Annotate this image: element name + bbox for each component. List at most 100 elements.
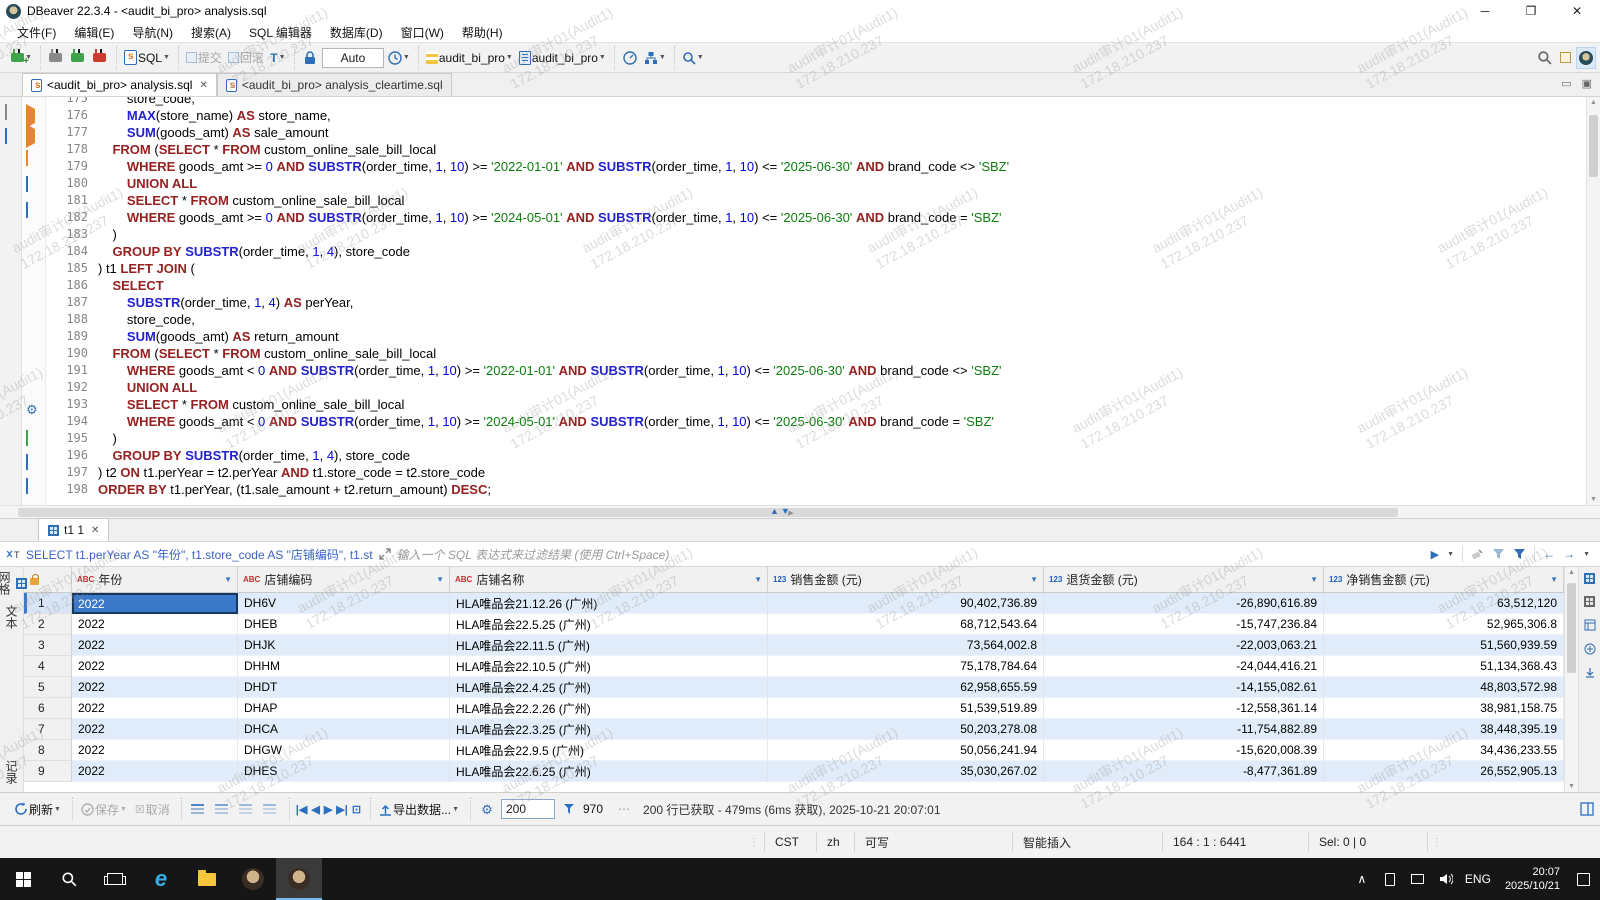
history-dropdown-icon[interactable]: ▼ — [1583, 551, 1590, 558]
fetch-all-icon[interactable] — [559, 798, 579, 820]
grid-cell[interactable]: DHEB — [238, 614, 450, 635]
grid-cell[interactable]: 62,958,655.59 — [768, 677, 1044, 698]
dashboard-button[interactable] — [620, 47, 640, 69]
clear-filter-icon[interactable] — [1471, 548, 1484, 561]
history-back-icon[interactable]: ← — [1543, 547, 1555, 561]
menu-item[interactable]: 导航(N) — [123, 22, 182, 43]
edit-cell-button[interactable] — [260, 798, 280, 820]
last-row-button[interactable]: ▶| — [336, 803, 348, 816]
grid-cell[interactable]: 2022 — [72, 593, 238, 614]
grid-cell[interactable]: 38,981,158.75 — [1324, 698, 1564, 719]
row-number[interactable]: 8 — [24, 740, 72, 761]
grid-cell[interactable]: 68,712,543.64 — [768, 614, 1044, 635]
grid-cell[interactable]: 63,512,120 — [1324, 593, 1564, 614]
row-number[interactable]: 6 — [24, 698, 72, 719]
dbeaver-perspective-button[interactable] — [1576, 46, 1596, 69]
tray-device-icon[interactable] — [1377, 858, 1403, 900]
taskbar-app-icon[interactable] — [230, 858, 276, 900]
explain-plan-button[interactable] — [26, 150, 28, 166]
grid-cell[interactable]: 50,203,278.08 — [768, 719, 1044, 740]
table-row[interactable]: 5 2022 DHDT HLA唯品会22.4.25 (广州) 62,958,655.59… — [24, 677, 1564, 698]
table-row[interactable]: 3 2022 DHJK HLA唯品会22.11.5 (广州) 73,564,002.8-… — [24, 635, 1564, 656]
output-panel-button[interactable] — [26, 202, 28, 218]
grid-cell[interactable]: 2022 — [72, 740, 238, 761]
grid-cell[interactable]: 26,552,905.13 — [1324, 761, 1564, 782]
grid-cell[interactable]: -12,558,361.14 — [1044, 698, 1324, 719]
disconnect-button[interactable] — [90, 47, 110, 69]
column-header-2[interactable]: ABC 店铺编码 ▼ — [238, 567, 450, 592]
database-navigator-icon[interactable] — [5, 128, 7, 144]
column-filter-icon[interactable]: ▼ — [1030, 575, 1038, 584]
sql-editor-button[interactable]: SQL▼ — [122, 47, 172, 69]
toggle-panels-icon[interactable] — [1580, 802, 1594, 816]
grid-cell[interactable]: 51,539,519.89 — [768, 698, 1044, 719]
grid-cell[interactable]: 2022 — [72, 761, 238, 782]
panel-calc-icon[interactable] — [1584, 619, 1596, 631]
grid-cell[interactable]: 48,803,572.98 — [1324, 677, 1564, 698]
metadata-panel-icon[interactable] — [1584, 596, 1595, 607]
grid-cell[interactable]: -11,754,882.89 — [1044, 719, 1324, 740]
action-center-icon[interactable] — [1570, 858, 1596, 900]
sql-editor[interactable]: ⚙ 175 store_code, 176 MAX(store_name) AS … — [0, 97, 1600, 505]
tab-close-icon[interactable]: ✕ — [199, 80, 207, 91]
execute-script-button[interactable] — [26, 124, 35, 148]
grid-cell[interactable]: -15,620,008.39 — [1044, 740, 1324, 761]
tray-expand-icon[interactable]: ∧ — [1349, 858, 1375, 900]
row-number[interactable]: 1 — [24, 593, 72, 614]
column-header-4[interactable]: 123 销售金额 (元) ▼ — [768, 567, 1044, 592]
table-row[interactable]: 1 2022 DH6V HLA唯品会21.12.26 (广州) 90,402,736.8… — [24, 593, 1564, 614]
results-tab-close-icon[interactable]: ✕ — [91, 525, 99, 536]
result-settings-gear-icon[interactable]: ⚙ — [477, 798, 497, 820]
statement-list-button[interactable] — [26, 176, 28, 192]
grid-cell[interactable]: DHJK — [238, 635, 450, 656]
close-button[interactable]: ✕ — [1554, 0, 1600, 22]
menu-item[interactable]: 文件(F) — [8, 22, 65, 43]
menu-item[interactable]: SQL 编辑器 — [240, 22, 321, 43]
save-button[interactable]: 保存 ▼ — [79, 798, 129, 820]
goto-row-button[interactable]: ⊡ — [352, 803, 361, 816]
minimize-button[interactable]: ─ — [1462, 0, 1508, 22]
tab-analysis-cleartime-sql[interactable]: <audit_bi_pro> analysis_cleartime.sql — [216, 73, 452, 96]
grid-cell[interactable]: HLA唯品会21.12.26 (广州) — [450, 593, 768, 614]
grid-corner-cell[interactable] — [24, 567, 72, 592]
transaction-mode-button[interactable]: T ▼ — [268, 47, 288, 69]
edit-template-button[interactable] — [26, 454, 28, 470]
grid-cell[interactable]: 50,056,241.94 — [768, 740, 1044, 761]
next-row-button[interactable]: ▶ — [324, 803, 332, 816]
grid-cell[interactable]: DHAP — [238, 698, 450, 719]
grid-cell[interactable]: DHHM — [238, 656, 450, 677]
refresh-button[interactable]: 刷新 ▼ — [12, 798, 63, 820]
menu-item[interactable]: 帮助(H) — [453, 22, 512, 43]
start-button[interactable] — [0, 858, 46, 900]
minimize-panel-icon[interactable]: ▭ — [1561, 77, 1571, 90]
presentation-tab-text[interactable]: 文本 — [3, 605, 20, 629]
column-header-5[interactable]: 123 退货金额 (元) ▼ — [1044, 567, 1324, 592]
grid-cell[interactable]: -24,044,416.21 — [1044, 656, 1324, 677]
taskbar-clock[interactable]: 20:07 2025/10/21 — [1497, 865, 1568, 893]
internet-explorer-icon[interactable]: e — [138, 858, 184, 900]
search-icon[interactable] — [1534, 47, 1554, 69]
lock-icon[interactable] — [300, 47, 320, 69]
schema-select[interactable]: audit_bi_pro ▼ — [517, 47, 608, 69]
grid-cell[interactable]: 51,560,939.59 — [1324, 635, 1564, 656]
history-forward-icon[interactable]: → — [1563, 547, 1575, 561]
row-number[interactable]: 3 — [24, 635, 72, 656]
file-explorer-icon[interactable] — [184, 858, 230, 900]
grid-cell[interactable]: HLA唯品会22.2.26 (广州) — [450, 698, 768, 719]
maximize-panel-icon[interactable]: ▣ — [1582, 77, 1592, 90]
grid-cell[interactable]: 2022 — [72, 677, 238, 698]
grid-cell[interactable]: DHCA — [238, 719, 450, 740]
column-filter-icon[interactable]: ▼ — [754, 575, 762, 584]
grid-cell[interactable]: -22,003,063.21 — [1044, 635, 1324, 656]
previous-row-button[interactable]: ◀ — [311, 803, 319, 816]
table-row[interactable]: 2 2022 DHEB HLA唯品会22.5.25 (广州) 68,712,543.64… — [24, 614, 1564, 635]
execute-statement-button[interactable] — [26, 104, 35, 128]
panel-export-icon[interactable] — [1584, 667, 1596, 679]
menu-item[interactable]: 搜索(A) — [182, 22, 240, 43]
grid-cell[interactable]: 2022 — [72, 698, 238, 719]
grid-cell[interactable]: DHES — [238, 761, 450, 782]
commit-button[interactable]: 提交 — [184, 47, 224, 69]
expand-filter-icon[interactable] — [378, 548, 391, 560]
database-select[interactable]: audit_bi_pro ▼ — [424, 47, 515, 69]
grid-cell[interactable]: HLA唯品会22.9.5 (广州) — [450, 740, 768, 761]
